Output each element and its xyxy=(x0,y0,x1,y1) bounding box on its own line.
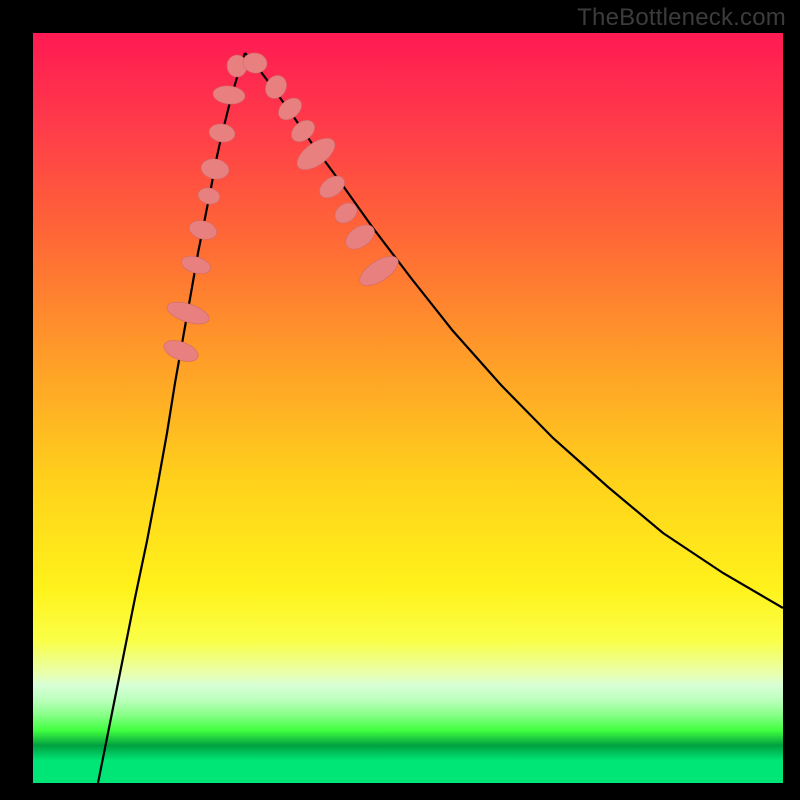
data-dot xyxy=(164,298,211,329)
data-dot xyxy=(261,72,290,103)
data-dot xyxy=(161,336,201,365)
data-dot xyxy=(197,186,222,206)
data-dot xyxy=(187,218,219,242)
plot-area xyxy=(33,33,783,783)
watermark-text: TheBottleneck.com xyxy=(577,4,786,32)
chart-svg xyxy=(33,33,783,783)
data-dot xyxy=(208,122,236,143)
data-dot xyxy=(199,157,230,182)
data-dot xyxy=(212,84,246,105)
data-dot xyxy=(315,172,348,203)
chart-frame: TheBottleneck.com xyxy=(0,0,800,800)
data-dot xyxy=(341,220,379,254)
data-dot xyxy=(274,94,305,125)
data-dot xyxy=(179,253,212,277)
data-dot xyxy=(287,116,319,146)
right-curve xyxy=(245,53,783,608)
